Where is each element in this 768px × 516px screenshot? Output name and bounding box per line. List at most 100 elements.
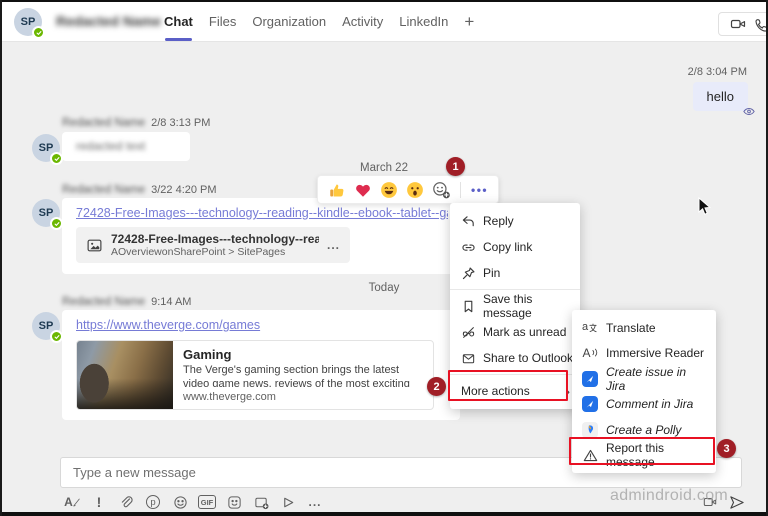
format-icon[interactable]: A [64, 494, 80, 510]
immersive-reader-icon: A [582, 345, 598, 361]
attach-icon[interactable] [118, 494, 134, 510]
loop-component-icon[interactable]: p [145, 494, 161, 510]
preview-image [77, 341, 173, 409]
stream-icon[interactable] [280, 494, 296, 510]
annotation-step-2: 2 [427, 377, 446, 396]
redacted-sender-name: Redacted Name [62, 117, 145, 129]
video-call-button[interactable] [730, 16, 746, 32]
polly-icon [582, 422, 598, 438]
received-message-bubble: https://www.theverge.com/games Gaming Th… [62, 310, 460, 420]
messaging-extensions-icon[interactable]: ... [307, 494, 323, 510]
date-divider: Today [0, 282, 768, 294]
date-divider: March 22 [0, 162, 768, 174]
add-tab-button[interactable]: + [464, 12, 474, 32]
avatar-initials: SP [39, 320, 54, 332]
chat-header: SP Redacted Name Chat Files Organization… [2, 2, 766, 42]
surprised-reaction-icon[interactable] [406, 181, 424, 199]
menu-item-label: Share to Outlook [483, 351, 573, 365]
file-attachment-card[interactable]: 72428-Free-Images---technology--readi...… [76, 227, 350, 263]
menu-item-mark-unread[interactable]: Mark as unread [450, 319, 580, 345]
avatar-initials: SP [39, 142, 54, 154]
link-preview-card[interactable]: Gaming The Verge's gaming section brings… [76, 340, 434, 410]
menu-item-save-message[interactable]: Save this message [450, 293, 580, 319]
menu-item-label: Mark as unread [483, 325, 566, 339]
tab-bar: Chat Files Organization Activity LinkedI… [164, 2, 474, 41]
divider [460, 182, 461, 198]
submenu-item-immersive-reader[interactable]: A Immersive Reader [572, 341, 716, 367]
delivery-options-icon[interactable]: ! [91, 494, 107, 510]
message-header: Redacted Name 3/22 4:20 PM [62, 184, 217, 196]
heart-reaction-icon[interactable] [354, 181, 372, 199]
avatar-initials: SP [39, 207, 54, 219]
preview-url: www.theverge.com [183, 391, 423, 403]
mark-unread-icon [461, 325, 476, 340]
submenu-item-label: Translate [606, 321, 656, 335]
emoji-icon[interactable] [172, 494, 188, 510]
tab-chat[interactable]: Chat [164, 2, 193, 41]
submenu-item-label: Create issue in Jira [606, 365, 708, 393]
tab-organization[interactable]: Organization [252, 2, 326, 41]
reply-icon [461, 214, 476, 229]
annotation-box-report-message [569, 437, 715, 465]
translate-icon: a [582, 320, 598, 336]
file-more-button[interactable]: ... [327, 238, 340, 252]
received-message-bubble: 72428-Free-Images---technology--reading-… [62, 198, 462, 274]
menu-item-reply[interactable]: Reply [450, 208, 580, 234]
submenu-item-comment-jira[interactable]: Comment in Jira [572, 392, 716, 418]
laughing-reaction-icon[interactable] [380, 181, 398, 199]
submenu-item-create-jira-issue[interactable]: Create issue in Jira [572, 366, 716, 392]
thumbs-up-reaction-icon[interactable] [328, 181, 346, 199]
redacted-sender-name: Redacted Name [62, 296, 145, 308]
window-edge [0, 0, 2, 516]
preview-text: Gaming The Verge's gaming section brings… [173, 341, 433, 409]
avatar[interactable]: SP [32, 199, 60, 227]
window-edge [0, 512, 768, 516]
message-header: Redacted Name 9:14 AM [62, 296, 191, 308]
menu-item-label: Reply [483, 214, 514, 228]
avatar[interactable]: SP [32, 312, 60, 340]
sticker-icon[interactable] [226, 494, 242, 510]
submenu-item-label: Immersive Reader [606, 346, 704, 360]
annotation-step-3: 3 [717, 439, 736, 458]
message-more-options-button[interactable]: ••• [471, 183, 488, 197]
menu-item-share-outlook[interactable]: Share to Outlook [450, 345, 580, 371]
sent-message-bubble: hello [693, 82, 748, 111]
redacted-message-text: redacted text [76, 139, 145, 153]
submenu-item-translate[interactable]: a Translate [572, 315, 716, 341]
reaction-bar: ••• [317, 175, 499, 204]
menu-item-copy-link[interactable]: Copy link [450, 234, 580, 260]
watermark: admindroid.com [610, 487, 728, 505]
tab-files[interactable]: Files [209, 2, 236, 41]
tab-linkedin[interactable]: LinkedIn [399, 2, 448, 41]
teams-window: SP Redacted Name Chat Files Organization… [0, 0, 768, 516]
envelope-icon [461, 351, 476, 366]
apps-icon[interactable] [253, 494, 269, 510]
mouse-cursor [698, 197, 711, 221]
add-reaction-icon[interactable] [432, 181, 450, 199]
preview-title: Gaming [183, 347, 423, 362]
avatar-initials: SP [21, 16, 36, 28]
image-file-icon [86, 237, 103, 254]
window-edge [0, 0, 768, 2]
submenu-item-label: Create a Polly [606, 423, 681, 437]
file-link[interactable]: 72428-Free-Images---technology--reading-… [76, 206, 448, 220]
message-timestamp: 3/22 4:20 PM [151, 184, 216, 196]
presence-available-icon [32, 26, 45, 39]
jira-icon [582, 371, 598, 387]
menu-item-label: Copy link [483, 240, 532, 254]
preview-description: The Verge's gaming section brings the la… [183, 363, 423, 387]
avatar[interactable]: SP [14, 8, 42, 36]
tab-activity[interactable]: Activity [342, 2, 383, 41]
redacted-sender-name: Redacted Name [62, 184, 145, 196]
send-icon[interactable] [729, 494, 745, 510]
submenu-item-label: Comment in Jira [606, 397, 693, 411]
bookmark-icon [461, 299, 476, 314]
menu-separator [450, 289, 580, 290]
menu-item-pin[interactable]: Pin [450, 260, 580, 286]
menu-item-label: Save this message [483, 292, 576, 320]
call-buttons [718, 12, 768, 36]
gif-icon[interactable]: GIF [199, 494, 215, 510]
url-link[interactable]: https://www.theverge.com/games [76, 318, 446, 332]
avatar[interactable]: SP [32, 134, 60, 162]
file-path: AOverviewonSharePoint > SitePages [111, 246, 319, 258]
